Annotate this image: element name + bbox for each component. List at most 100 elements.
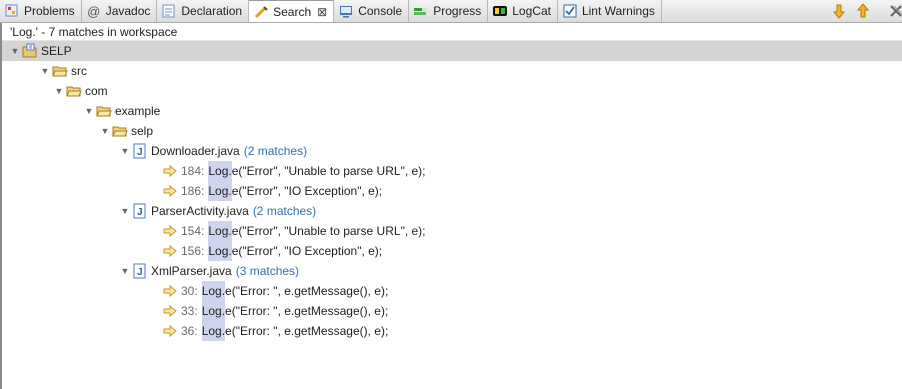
tab-label: Declaration xyxy=(181,4,243,18)
next-match-button[interactable] xyxy=(828,0,850,22)
line-number: 156: xyxy=(181,244,205,258)
search-match-row[interactable]: 36: Log. e("Error: ", e.getMessage(), e)… xyxy=(162,321,388,341)
search-summary: 'Log.' - 7 matches in workspace xyxy=(0,23,902,41)
java-file-icon: J xyxy=(132,143,148,159)
match-arrow-icon xyxy=(162,243,178,259)
line-number: 154: xyxy=(181,224,205,238)
remove-all-matches-button[interactable] xyxy=(888,0,902,22)
search-match-row[interactable]: 154: Log. e("Error", "Unable to parse UR… xyxy=(162,221,426,241)
project-icon xyxy=(22,43,38,59)
panel-left-border xyxy=(0,23,2,389)
tree-node-folder[interactable]: ▼ example xyxy=(84,101,161,121)
match-count: (3 matches) xyxy=(235,264,300,278)
match-highlight: Log. xyxy=(201,301,226,321)
folder-icon xyxy=(96,103,112,119)
expand-toggle-icon[interactable]: ▼ xyxy=(84,101,94,121)
tab-declaration[interactable]: Declaration xyxy=(157,0,250,22)
match-count: (2 matches) xyxy=(243,144,308,158)
tab-lint-warnings[interactable]: Lint Warnings xyxy=(558,0,662,22)
expand-toggle-icon[interactable]: ▼ xyxy=(100,121,110,141)
match-text: e("Error: ", e.getMessage(), e); xyxy=(225,324,389,338)
match-arrow-icon xyxy=(162,163,178,179)
tree-node-file[interactable]: ▼ J XmlParser.java (3 matches) xyxy=(120,261,299,281)
arrow-down-icon xyxy=(832,4,846,19)
tab-progress[interactable]: Progress xyxy=(409,0,489,22)
logcat-icon xyxy=(492,3,508,19)
tab-logcat[interactable]: LogCat xyxy=(488,0,558,22)
java-file-icon: J xyxy=(132,263,148,279)
match-highlight: Log. xyxy=(208,221,232,241)
match-highlight: Log. xyxy=(201,321,226,341)
file-label: Downloader.java xyxy=(151,144,240,158)
match-text: e("Error", "IO Exception", e); xyxy=(231,244,383,258)
folder-icon xyxy=(66,83,82,99)
tab-label: Problems xyxy=(24,4,75,18)
console-icon xyxy=(338,3,354,19)
previous-match-button[interactable] xyxy=(852,0,874,22)
folder-icon xyxy=(52,63,68,79)
tree-node-folder[interactable]: ▼ src xyxy=(40,61,87,81)
folder-icon xyxy=(112,123,128,139)
expand-toggle-icon[interactable]: ▼ xyxy=(120,261,130,281)
javadoc-icon: @ xyxy=(87,3,101,19)
expand-toggle-icon[interactable]: ▼ xyxy=(40,61,50,81)
svg-text:J: J xyxy=(137,147,143,158)
java-file-icon: J xyxy=(132,203,148,219)
tab-label: Lint Warnings xyxy=(581,4,655,18)
match-highlight: Log. xyxy=(208,241,232,261)
match-count: (2 matches) xyxy=(252,204,317,218)
tree-node-project[interactable]: ▼ SELP xyxy=(0,41,902,61)
match-highlight: Log. xyxy=(208,161,232,181)
match-text: e("Error: ", e.getMessage(), e); xyxy=(225,304,389,318)
search-match-row[interactable]: 33: Log. e("Error: ", e.getMessage(), e)… xyxy=(162,301,388,321)
declaration-icon xyxy=(161,3,177,19)
tree-node-file[interactable]: ▼ J ParserActivity.java (2 matches) xyxy=(120,201,316,221)
line-number: 33: xyxy=(181,304,198,318)
line-number: 30: xyxy=(181,284,198,298)
tab-label: Console xyxy=(358,4,403,18)
tree-node-file[interactable]: ▼ J Downloader.java (2 matches) xyxy=(120,141,307,161)
line-number: 186: xyxy=(181,184,205,198)
tree-node-folder[interactable]: ▼ com xyxy=(54,81,108,101)
folder-label: src xyxy=(71,64,87,78)
match-text: e("Error: ", e.getMessage(), e); xyxy=(225,284,389,298)
expand-toggle-icon[interactable]: ▼ xyxy=(10,41,20,61)
tab-search[interactable]: Search ⊠ xyxy=(249,0,335,22)
line-number: 36: xyxy=(181,324,198,338)
view-tab-bar: Problems @ Javadoc Declaration Search ⊠ … xyxy=(0,0,902,23)
folder-label: selp xyxy=(131,124,154,138)
match-text: e("Error", "IO Exception", e); xyxy=(231,184,383,198)
project-label: SELP xyxy=(41,44,72,58)
tab-problems[interactable]: Problems xyxy=(0,0,82,22)
match-arrow-icon xyxy=(162,323,178,339)
expand-toggle-icon[interactable]: ▼ xyxy=(120,141,130,161)
search-icon xyxy=(253,4,269,20)
search-match-row[interactable]: 184: Log. e("Error", "Unable to parse UR… xyxy=(162,161,426,181)
svg-text:J: J xyxy=(137,207,143,218)
tab-label: Search xyxy=(273,4,312,19)
file-label: ParserActivity.java xyxy=(151,204,249,218)
match-arrow-icon xyxy=(162,303,178,319)
match-arrow-icon xyxy=(162,183,178,199)
search-match-row[interactable]: 156: Log. e("Error", "IO Exception", e); xyxy=(162,241,382,261)
expand-toggle-icon[interactable]: ▼ xyxy=(120,201,130,221)
remove-all-icon xyxy=(890,5,902,17)
match-highlight: Log. xyxy=(208,181,232,201)
arrow-up-icon xyxy=(856,3,870,18)
tab-javadoc[interactable]: @ Javadoc xyxy=(82,0,158,22)
match-highlight: Log. xyxy=(201,281,226,301)
search-match-row[interactable]: 30: Log. e("Error: ", e.getMessage(), e)… xyxy=(162,281,388,301)
lint-warnings-icon xyxy=(562,3,578,19)
expand-toggle-icon[interactable]: ▼ xyxy=(54,81,64,101)
tab-label: Javadoc xyxy=(105,4,151,18)
tab-label: Progress xyxy=(433,4,482,18)
match-arrow-icon xyxy=(162,223,178,239)
close-icon[interactable]: ⊠ xyxy=(317,5,327,19)
svg-text:J: J xyxy=(137,267,143,278)
search-match-row[interactable]: 186: Log. e("Error", "IO Exception", e); xyxy=(162,181,382,201)
match-text: e("Error", "Unable to parse URL", e); xyxy=(231,224,426,238)
file-label: XmlParser.java xyxy=(151,264,232,278)
tab-console[interactable]: Console xyxy=(334,0,410,22)
folder-label: example xyxy=(115,104,161,118)
tree-node-folder[interactable]: ▼ selp xyxy=(100,121,153,141)
